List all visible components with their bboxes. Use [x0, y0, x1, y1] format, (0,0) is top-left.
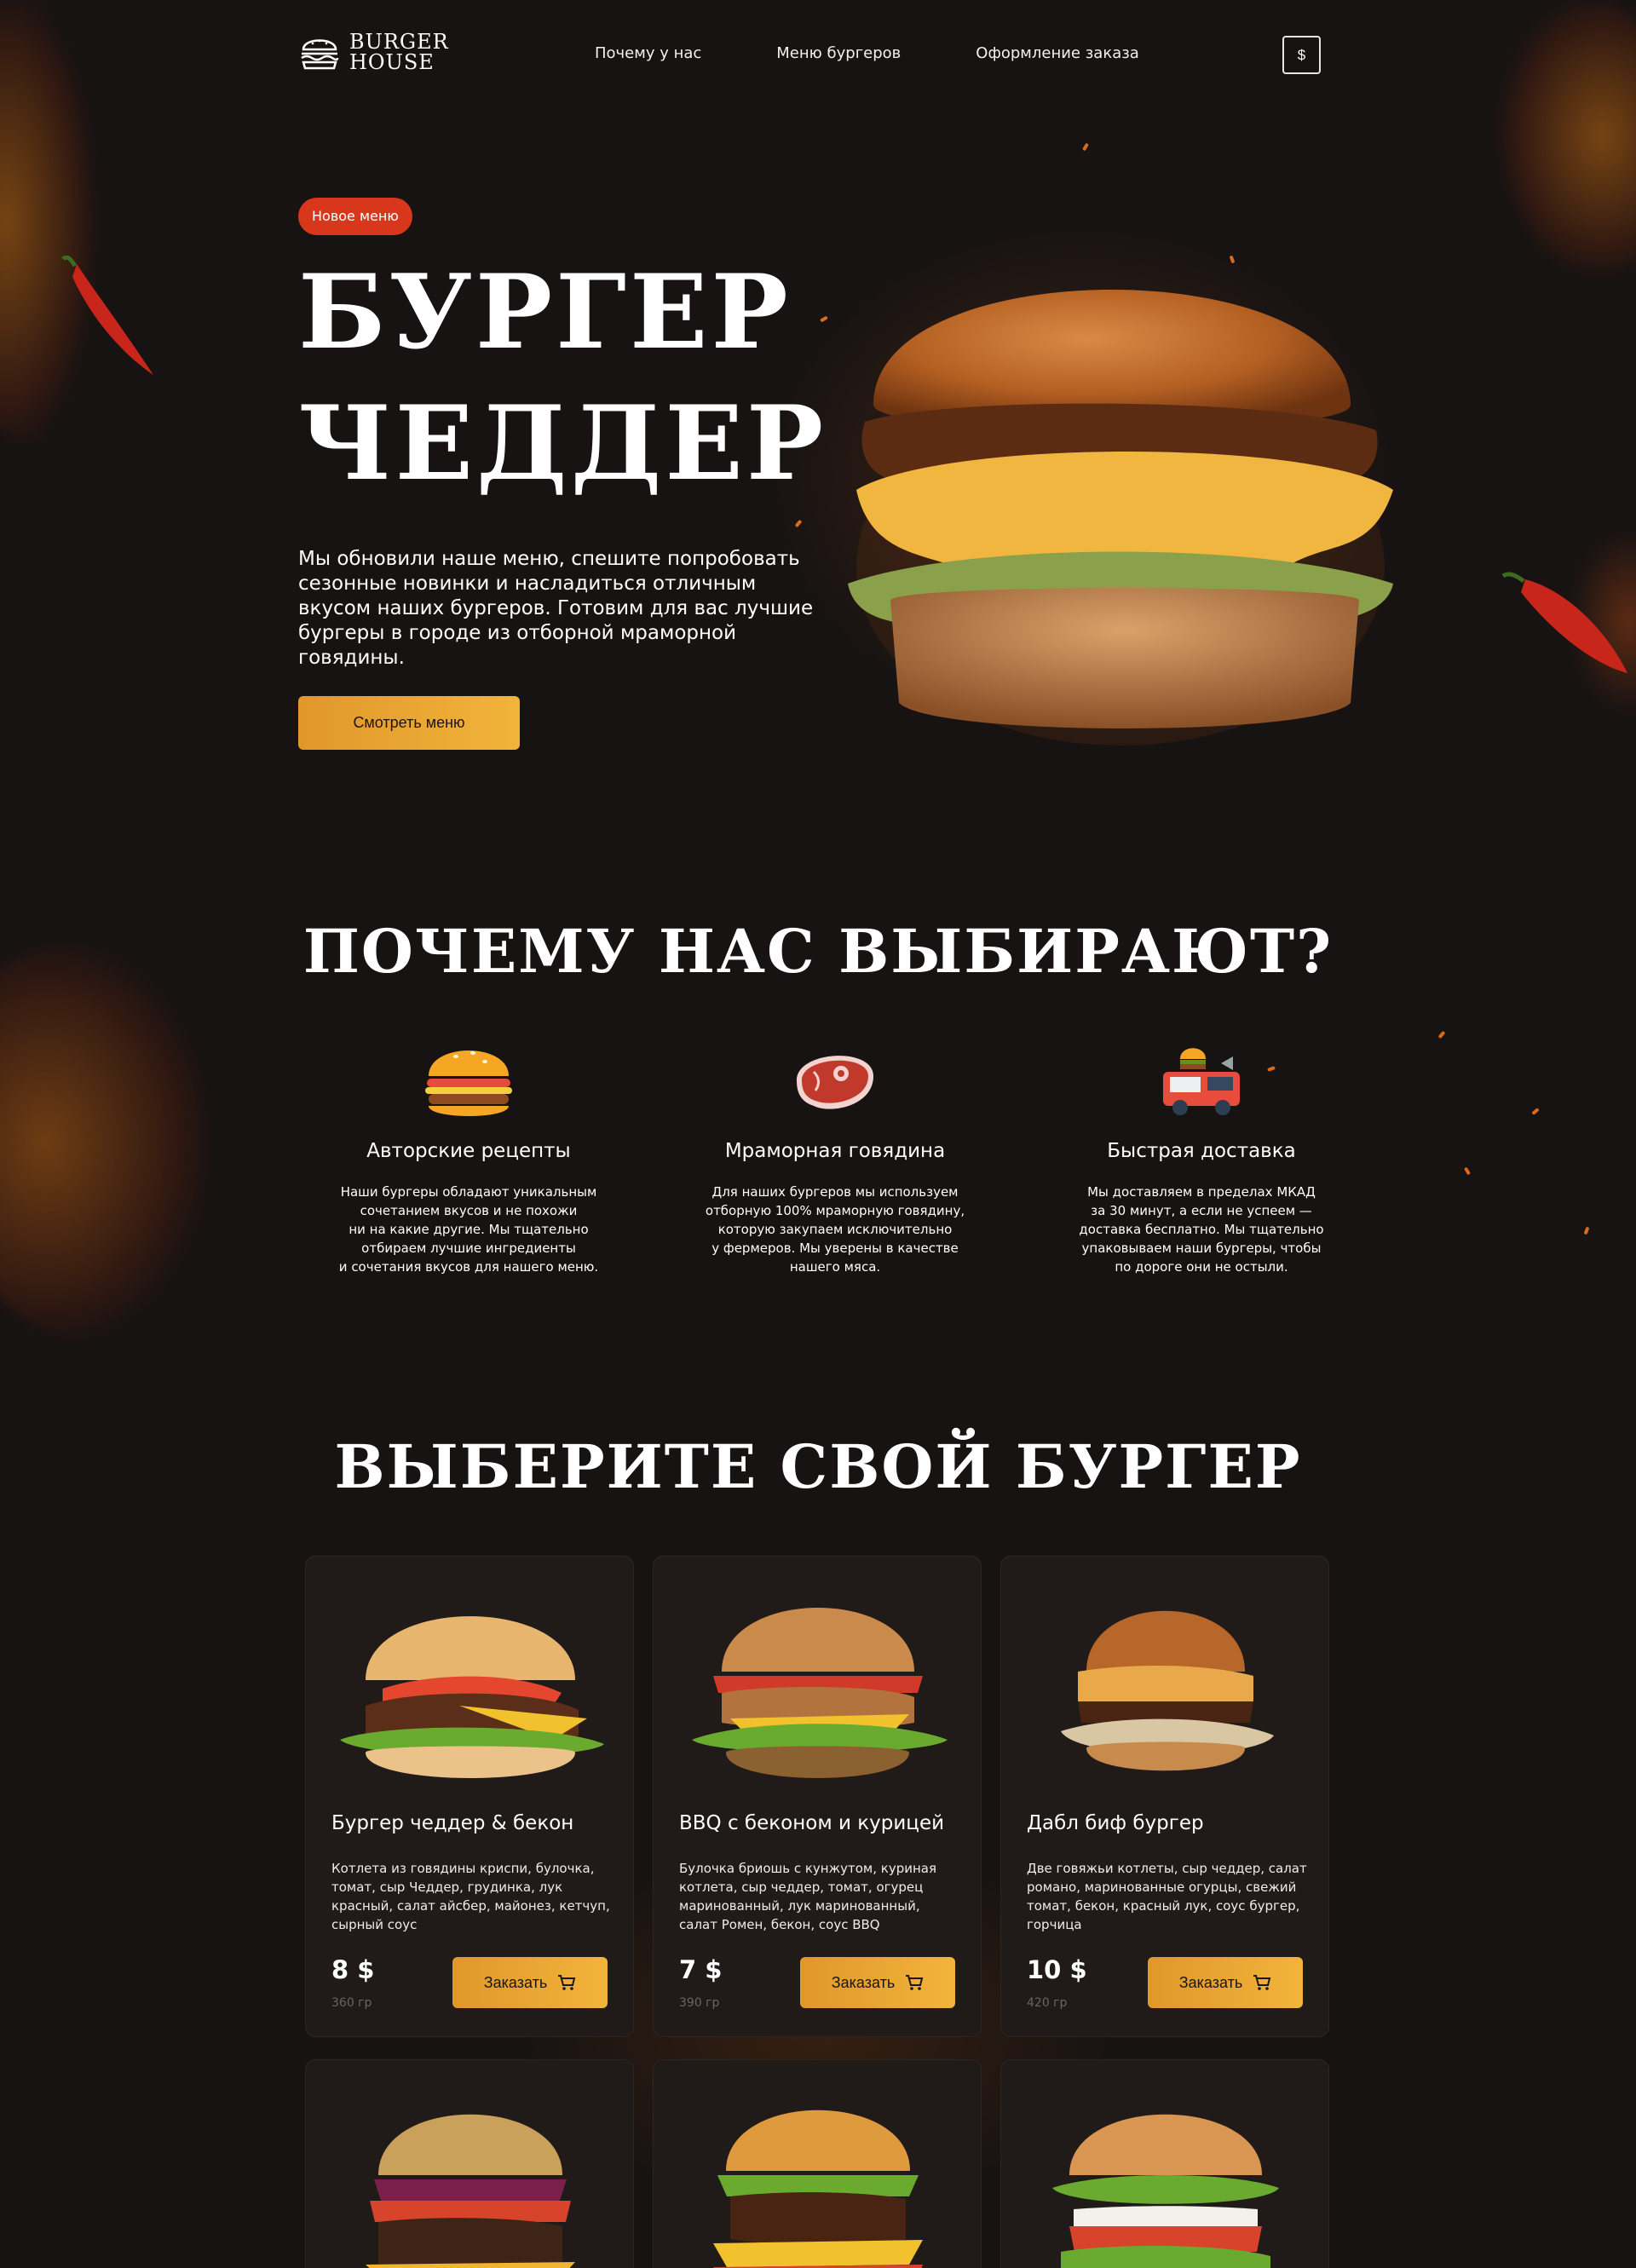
feature-text: Для наших бургеров мы используем отборну… [705, 1184, 965, 1275]
burger-name: Дабл биф бургер [1027, 1812, 1204, 1834]
order-button-label: Заказать [483, 1973, 548, 1991]
food-truck-icon [1163, 1048, 1240, 1115]
burger-image [1061, 1610, 1274, 1771]
feature-title: Мраморная говядина [724, 1140, 946, 1162]
order-button-label: Заказать [1178, 1973, 1243, 1991]
burger-icon [425, 1051, 512, 1116]
logo-line-1: BURGER [349, 30, 449, 54]
new-menu-badge: Новое меню [298, 198, 412, 235]
order-button[interactable]: Заказать [452, 1957, 608, 2008]
burger-description: Две говяжьи котлеты, сыр чеддер, салат р… [1027, 1861, 1307, 1932]
currency-button[interactable]: $ [1282, 36, 1321, 74]
hero-title: БУРГЕР ЧЕДДЕР [298, 247, 827, 509]
main-nav: Почему у нас Меню бургеров Оформление за… [595, 44, 1139, 62]
nav-link-checkout[interactable]: Оформление заказа [976, 44, 1139, 62]
hero-burger-image [848, 290, 1393, 745]
cart-icon [1253, 1975, 1271, 1990]
order-button[interactable]: Заказать [800, 1957, 955, 2008]
hero-title-line-1: БУРГЕР [298, 252, 792, 372]
burger-weight: 360 гр [331, 1996, 372, 2010]
burger-name: BBQ с беконом и курицей [679, 1812, 945, 1834]
feature-title: Авторские рецепты [366, 1140, 571, 1162]
cart-icon [906, 1975, 924, 1990]
burger-image [1052, 2114, 1279, 2268]
flame-decoration [0, 946, 204, 1338]
nav-link-why-us[interactable]: Почему у нас [595, 44, 701, 62]
feature-text: Наши бургеры обладают уникальным сочетан… [338, 1184, 599, 1275]
burger-name: Бургер чеддер & бекон [331, 1812, 574, 1834]
burger-card [305, 2059, 634, 2268]
page: BURGER HOUSE Почему у нас Меню бургеров … [0, 0, 1636, 2268]
hero-title-line-2: ЧЕДДЕР [298, 383, 827, 504]
order-button[interactable]: Заказать [1148, 1957, 1303, 2008]
burger-weight: 420 гр [1027, 1996, 1068, 2010]
burger-price: 7 $ [679, 1955, 723, 1984]
burger-image [713, 2110, 923, 2268]
burger-logo-icon [301, 39, 339, 70]
burger-card: BBQ с беконом и курицей Булочка бриошь с… [653, 1556, 982, 2037]
burger-card: Бургер чеддер & бекон Котлета из говядин… [305, 1556, 634, 2037]
logo[interactable]: BURGER HOUSE [298, 31, 449, 73]
flame-decoration [1500, 0, 1636, 273]
hero-description: Мы обновили наше меню, спешите попробова… [298, 548, 814, 669]
features-list: Авторские рецепты Наши бургеры обладают … [324, 1038, 1346, 1276]
burger-card: Дабл биф бургер Две говяжьи котлеты, сыр… [1000, 1556, 1329, 2037]
burger-description: Котлета из говядины криспи, булочка, том… [331, 1861, 610, 1932]
burger-image [366, 2114, 575, 2268]
feature-title: Быстрая доставка [1107, 1140, 1296, 1162]
chili-pepper-icon [61, 256, 153, 375]
steak-icon [797, 1056, 873, 1109]
why-section-title: ПОЧЕМУ НАС ВЫБИРАЮТ? [302, 916, 1334, 987]
burger-image [340, 1616, 604, 1778]
ember-decoration [794, 519, 803, 528]
feature-item: Мраморная говядина Для наших бургеров мы… [690, 1038, 980, 1276]
view-menu-button[interactable]: Смотреть меню [298, 696, 520, 750]
site-header: BURGER HOUSE Почему у нас Меню бургеров … [298, 26, 1321, 85]
ember-decoration [1531, 1108, 1540, 1115]
feature-text: Мы доставляем в пределах МКАД за 30 мину… [1079, 1184, 1324, 1275]
burger-image [692, 1608, 948, 1778]
ember-decoration [1082, 142, 1089, 152]
burger-card [1000, 2059, 1329, 2268]
burger-price: 8 $ [331, 1955, 375, 1984]
order-button-label: Заказать [831, 1973, 896, 1991]
logo-line-2: HOUSE [349, 50, 435, 74]
ember-decoration [1464, 1166, 1471, 1176]
burger-cards: Бургер чеддер & бекон Котлета из говядин… [305, 1556, 1331, 2268]
ember-decoration [1583, 1226, 1590, 1235]
burger-weight: 390 гр [679, 1996, 720, 2010]
ember-decoration [1437, 1030, 1446, 1039]
menu-section-title: ВЫБЕРИТЕ СВОЙ БУРГЕР [334, 1431, 1302, 1502]
burger-price: 10 $ [1027, 1955, 1087, 1984]
feature-item: Авторские рецепты Наши бургеры обладают … [324, 1038, 614, 1276]
cart-icon [558, 1975, 576, 1990]
chili-pepper-icon [1501, 572, 1627, 673]
burger-card [653, 2059, 982, 2268]
nav-link-burger-menu[interactable]: Меню бургеров [776, 44, 901, 62]
feature-item: Быстрая доставка Мы доставляем в предела… [1057, 1038, 1346, 1276]
burger-description: Булочка бриошь с кунжутом, куриная котле… [679, 1861, 936, 1932]
logo-text: BURGER HOUSE [349, 32, 449, 72]
